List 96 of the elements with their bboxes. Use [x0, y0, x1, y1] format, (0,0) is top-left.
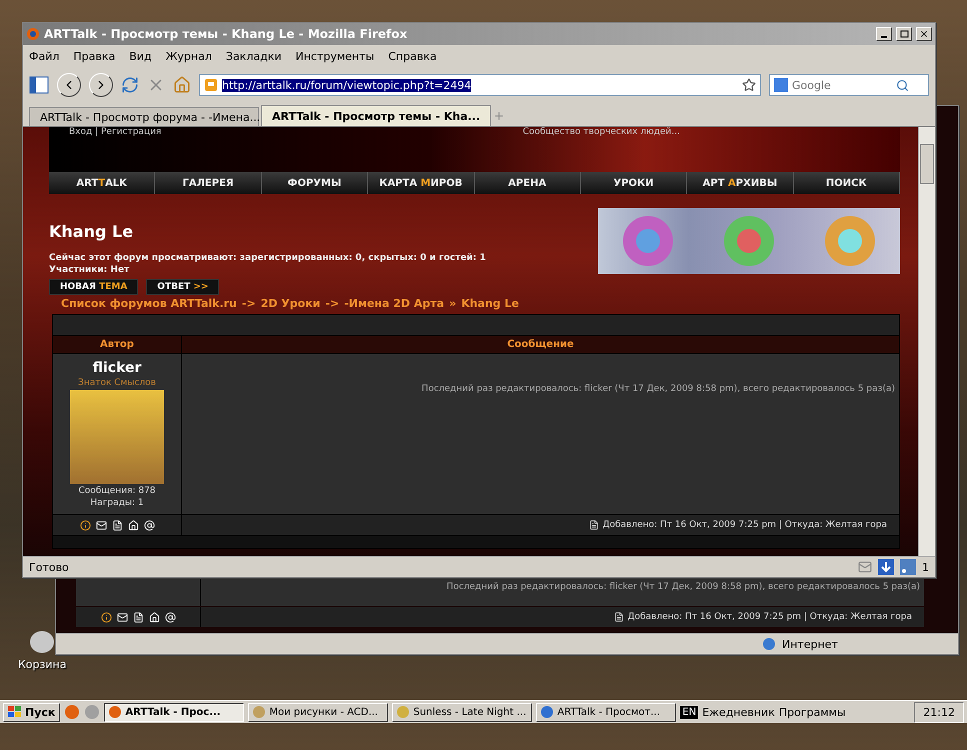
author-stat: Награды: 1: [90, 498, 144, 508]
taskbar-button[interactable]: ARTTalk - Просмот...: [536, 702, 676, 722]
author-rank: Знаток Смыслов: [78, 378, 156, 388]
at-sign-icon: [164, 612, 176, 622]
mail-icon: [96, 520, 106, 530]
menu-item[interactable]: Справка: [388, 50, 437, 62]
menu-item[interactable]: Журнал: [166, 50, 212, 62]
post-date: Добавлено: Пт 16 Окт, 2009 7:25 pm | Откуда: Желтая гора: [602, 520, 887, 530]
close-button[interactable]: [916, 27, 932, 41]
breadcrumb-separator: ->: [325, 297, 340, 310]
address-field[interactable]: http://arttalk.ru/forum/viewtopic.php?t=2494: [199, 74, 761, 96]
post-date: Добавлено: Пт 16 Окт, 2009 7:25 pm | Откуда: Желтая гора: [628, 612, 912, 622]
download-icon: [878, 559, 894, 575]
zone-label: Интернет: [782, 638, 839, 650]
breadcrumb-separator: »: [449, 297, 456, 310]
search-field[interactable]: Google: [769, 74, 929, 96]
new-tab-icon: [493, 110, 505, 122]
column-header: Сообщение: [182, 336, 899, 353]
app-icon: [540, 705, 554, 719]
status-text: Готово: [29, 560, 70, 574]
nav-link[interactable]: УРОКИ: [580, 172, 688, 194]
document-icon: [132, 612, 144, 622]
app-icon: [252, 705, 266, 719]
feed-count: 1: [922, 560, 929, 574]
nav-link[interactable]: ГАЛЕРЕЯ: [155, 172, 262, 194]
clock: 21:12: [923, 706, 955, 718]
window-title: ARTTalk - Просмотр темы - Khang Le - Mozilla Firefox: [44, 27, 408, 41]
post-action-button[interactable]: ОТВЕТ >>: [146, 279, 220, 295]
column-header: Автор: [53, 336, 181, 353]
breadcrumb-link[interactable]: 2D Уроки: [260, 297, 320, 310]
nav-link[interactable]: АРЕНА: [474, 172, 581, 194]
login-links[interactable]: Вход | Регистрация: [69, 127, 162, 172]
forward-button[interactable]: [89, 73, 113, 97]
home-icon: [128, 520, 138, 530]
toolbar-label[interactable]: Программы: [778, 706, 846, 718]
app-icon: [396, 705, 410, 719]
taskbar-button[interactable]: ARTTalk - Прос...: [104, 702, 244, 722]
breadcrumb-link[interactable]: Список форумов ARTTalk.ru: [61, 297, 237, 310]
document-icon: [112, 520, 122, 530]
copy-icon: [614, 612, 624, 622]
mail-icon: [116, 612, 128, 622]
post-action-button[interactable]: НОВАЯ ТЕМА: [49, 279, 138, 295]
breadcrumb-link[interactable]: Khang Le: [461, 297, 519, 310]
color-wheel-icon: [824, 215, 876, 267]
breadcrumb-separator: ->: [242, 297, 256, 310]
start-button[interactable]: Пуск: [3, 702, 60, 722]
scrollbar[interactable]: [918, 127, 935, 556]
reload-icon: [121, 76, 139, 94]
nav-link[interactable]: КАРТА МИРОВ: [368, 172, 474, 194]
info-icon: [80, 520, 90, 530]
author-name[interactable]: flicker: [92, 360, 142, 376]
edit-note: Последний раз редактировалось: flicker (Чт 17 Дек, 2009 8:58 pm), всего редактировалось 5 раз(а): [446, 582, 920, 592]
windows-logo-icon: [8, 706, 22, 718]
home-icon: [173, 76, 191, 94]
color-wheel-icon: [722, 215, 775, 267]
viewers-info: Сейчас этот форум просматривают: зарегистрированных: 0, скрытых: 0 и гостей: 1: [49, 253, 486, 263]
menu-item[interactable]: Инструменты: [296, 50, 374, 62]
copy-icon: [588, 520, 599, 530]
site-tagline: Сообщество творческих людей...: [522, 127, 680, 139]
app-icon: [108, 705, 122, 719]
desktop-icon-label[interactable]: Корзина: [18, 658, 66, 671]
back-button[interactable]: [57, 73, 81, 97]
menu-item[interactable]: Закладки: [226, 50, 282, 62]
browser-logo-icon: [64, 704, 80, 720]
menu-item[interactable]: Правка: [73, 50, 116, 62]
author-stat: Сообщения: 878: [78, 486, 156, 496]
browser-tab[interactable]: ARTTalk - Просмотр форума - -Имена...: [29, 107, 259, 126]
taskbar-button[interactable]: Sunless - Late Night ...: [392, 702, 532, 722]
members-info: Участники: Нет: [49, 265, 130, 275]
maximize-icon: [900, 30, 908, 38]
browser-tab[interactable]: ARTTalk - Просмотр темы - Kha...: [261, 105, 491, 126]
maximize-button[interactable]: [896, 27, 912, 41]
at-sign-icon: [144, 520, 154, 530]
minimize-button[interactable]: [876, 27, 892, 41]
browser-logo-icon: [26, 27, 40, 41]
topic-title: Khang Le: [49, 222, 134, 241]
nav-link[interactable]: АРТ АРХИВЫ: [687, 172, 794, 194]
color-wheel-icon: [622, 215, 674, 267]
nav-link[interactable]: ФОРУМЫ: [262, 172, 368, 194]
mail-icon: [858, 560, 872, 574]
edit-note: Последний раз редактировалось: flicker (Чт 17 Дек, 2009 8:58 pm), всего редактировалось 5 раз(а): [422, 384, 895, 394]
nav-link[interactable]: ПОИСК: [794, 172, 900, 194]
info-icon: [100, 612, 112, 622]
bookmark-star-icon: [742, 78, 756, 92]
menu-item[interactable]: Вид: [129, 50, 152, 62]
home-icon: [148, 612, 160, 622]
menu-item[interactable]: Файл: [29, 50, 60, 62]
breadcrumb-link[interactable]: -Имена 2D Арта: [344, 297, 444, 310]
page-icon: [204, 78, 218, 92]
taskbar-button[interactable]: Мои рисунки - ACD...: [248, 702, 388, 722]
sidebar-icon: [29, 76, 49, 94]
search-icon: [896, 78, 909, 92]
toolbar-label[interactable]: Ежедневник: [702, 706, 775, 718]
language-indicator[interactable]: EN: [680, 706, 698, 718]
nav-link[interactable]: ARTTALK: [49, 172, 156, 194]
close-icon: [919, 29, 929, 39]
